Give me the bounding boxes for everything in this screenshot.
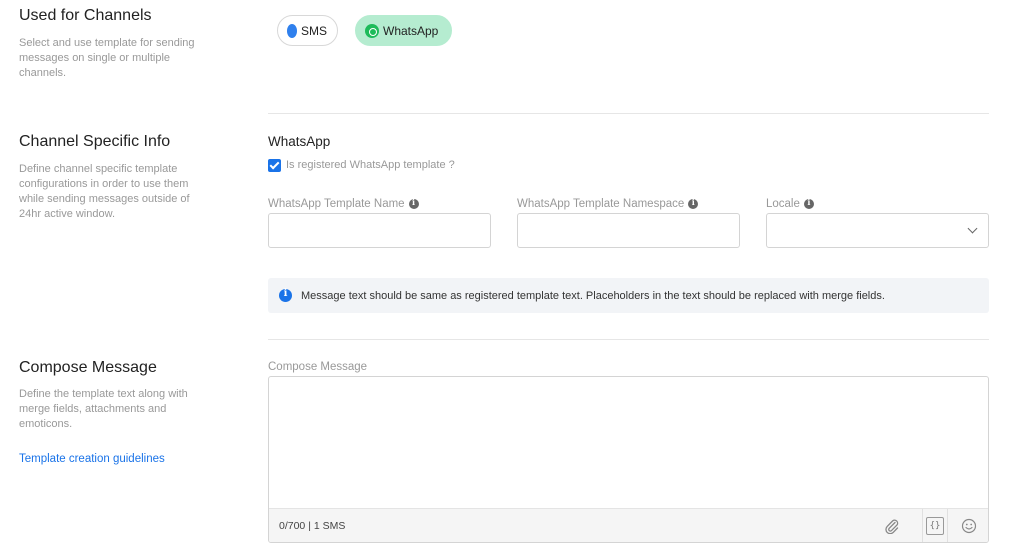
- compose-section-description: Define the template text along with merg…: [19, 388, 188, 430]
- template-guidelines-link[interactable]: Template creation guidelines: [19, 453, 165, 465]
- template-namespace-label-text: WhatsApp Template Namespace: [517, 198, 685, 210]
- info-banner-text: Message text should be same as registere…: [301, 289, 885, 302]
- info-banner: Message text should be same as registere…: [268, 278, 989, 313]
- template-name-input[interactable]: [268, 213, 491, 248]
- compose-message-box: 0/700 | 1 SMS {}: [268, 376, 989, 543]
- compose-message-label: Compose Message: [268, 361, 368, 373]
- locale-select[interactable]: [766, 213, 989, 248]
- sms-bubble-icon: [287, 18, 297, 38]
- compose-toolbar: 0/700 | 1 SMS {}: [269, 508, 988, 542]
- paperclip-icon: [885, 519, 899, 534]
- template-name-label-text: WhatsApp Template Name: [268, 198, 405, 210]
- template-namespace-input[interactable]: [517, 213, 740, 248]
- channel-info-section-title: Channel Specific Info: [19, 133, 171, 150]
- template-namespace-label: WhatsApp Template Namespace: [517, 197, 699, 210]
- info-circle-icon: [279, 288, 292, 302]
- channels-section-title: Used for Channels: [19, 7, 152, 24]
- info-icon[interactable]: [803, 197, 814, 209]
- whatsapp-channel-chip[interactable]: WhatsApp: [355, 15, 452, 46]
- divider: [268, 339, 989, 340]
- merge-field-icon: {}: [926, 517, 944, 535]
- compose-message-textarea[interactable]: [269, 377, 988, 509]
- emoji-button[interactable]: [956, 509, 982, 542]
- sms-channel-chip[interactable]: SMS: [277, 15, 338, 46]
- merge-field-button[interactable]: {}: [922, 509, 948, 542]
- registered-template-checkbox[interactable]: [268, 159, 281, 172]
- locale-label: Locale: [766, 197, 814, 210]
- whatsapp-channel-label: WhatsApp: [383, 23, 439, 38]
- locale-label-text: Locale: [766, 198, 800, 210]
- registered-template-label: Is registered WhatsApp template ?: [286, 159, 455, 171]
- sms-channel-label: SMS: [300, 23, 327, 38]
- chevron-down-icon: [967, 223, 978, 234]
- channel-info-section-description: Define channel specific template configu…: [19, 163, 190, 220]
- info-icon[interactable]: [408, 197, 419, 209]
- character-counter: 0/700 | 1 SMS: [279, 520, 346, 532]
- channels-section-description: Select and use template for sending mess…: [19, 37, 195, 79]
- info-icon[interactable]: [688, 197, 699, 209]
- whatsapp-icon: [365, 23, 379, 38]
- smiley-icon: [961, 518, 977, 534]
- divider: [268, 113, 989, 114]
- compose-section-title: Compose Message: [19, 359, 157, 376]
- whatsapp-heading: WhatsApp: [268, 134, 331, 149]
- attachment-button[interactable]: [880, 509, 904, 542]
- template-name-label: WhatsApp Template Name: [268, 197, 419, 210]
